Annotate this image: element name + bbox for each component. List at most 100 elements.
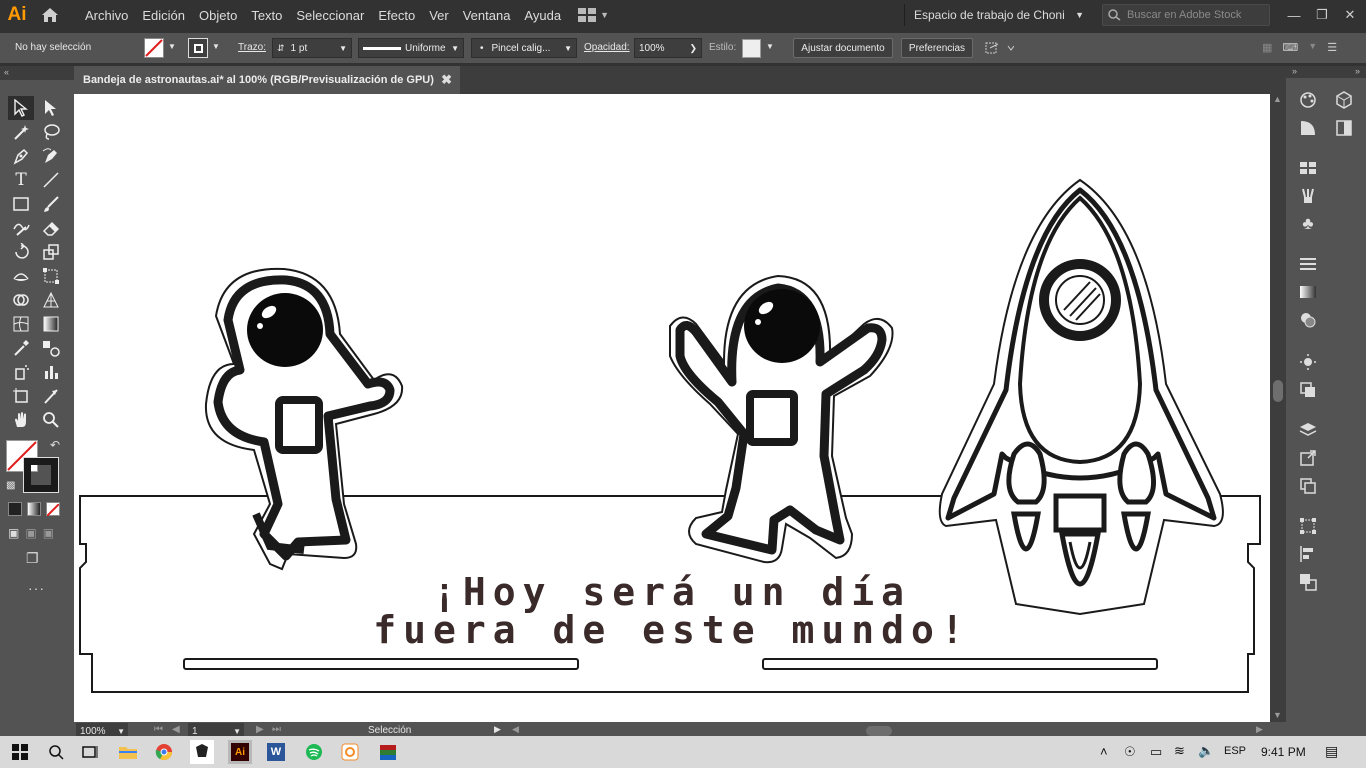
- arrange-documents-button[interactable]: ▼: [578, 8, 609, 22]
- stroke-weight-field[interactable]: ⇵ 1 pt ▼: [272, 38, 352, 58]
- selection-tool-icon[interactable]: [8, 96, 34, 120]
- first-artboard-icon[interactable]: ⏮: [154, 724, 163, 735]
- blend-tool-icon[interactable]: [38, 336, 64, 360]
- menu-texto[interactable]: Texto: [244, 8, 289, 23]
- distribute-icon[interactable]: ⌨: [1282, 41, 1298, 54]
- hand-tool-icon[interactable]: [8, 408, 34, 432]
- appearance-icon[interactable]: [1290, 350, 1326, 374]
- brush-dropdown[interactable]: • Pincel calig... ▼: [471, 38, 577, 58]
- color-palette-icon[interactable]: [1290, 88, 1326, 112]
- next-artboard-icon[interactable]: ▶: [256, 724, 264, 735]
- preferences-button[interactable]: Preferencias: [901, 38, 973, 58]
- artboard-canvas[interactable]: ¡Hoy será un día fuera de este mundo!: [74, 94, 1270, 722]
- direct-selection-tool-icon[interactable]: [38, 96, 64, 120]
- chevron-down-icon[interactable]: ▼: [168, 42, 176, 51]
- align-icon[interactable]: ▦: [1262, 41, 1272, 54]
- column-graph-icon[interactable]: [38, 360, 64, 384]
- gradient-panel-icon[interactable]: [1290, 280, 1326, 304]
- curvature-tool-icon[interactable]: [38, 144, 64, 168]
- word-icon[interactable]: W: [264, 740, 288, 764]
- brushes-icon[interactable]: [1290, 184, 1326, 208]
- swap-icon[interactable]: ↶: [50, 438, 60, 452]
- spotify-icon[interactable]: [302, 740, 326, 764]
- menu-seleccionar[interactable]: Seleccionar: [289, 8, 371, 23]
- maximize-icon[interactable]: ❐: [1308, 7, 1336, 23]
- close-icon[interactable]: ✕: [1336, 7, 1364, 23]
- stroke-profile-dropdown[interactable]: Uniforme ▼: [358, 38, 464, 58]
- app-orange-icon[interactable]: [338, 740, 362, 764]
- none-mode-icon[interactable]: [46, 502, 60, 517]
- align-panel-icon[interactable]: [1290, 542, 1326, 566]
- horizontal-scroll-thumb[interactable]: [866, 726, 892, 736]
- vertical-scrollbar[interactable]: ▲ ▼: [1270, 94, 1286, 722]
- shaper-tool-icon[interactable]: [8, 216, 34, 240]
- minimize-icon[interactable]: —: [1280, 8, 1308, 23]
- pathfinder-icon[interactable]: [1290, 570, 1326, 594]
- scroll-down-icon[interactable]: ▼: [1273, 710, 1282, 720]
- chrome-icon[interactable]: [152, 740, 176, 764]
- windows-start-icon[interactable]: [8, 740, 32, 764]
- task-view-icon[interactable]: [78, 740, 102, 764]
- menu-ventana[interactable]: Ventana: [456, 8, 518, 23]
- menu-ver[interactable]: Ver: [422, 8, 456, 23]
- search-icon[interactable]: [44, 740, 68, 764]
- menu-archivo[interactable]: Archivo: [78, 8, 135, 23]
- width-tool-icon[interactable]: [8, 264, 34, 288]
- network-icon[interactable]: ☉: [1124, 744, 1136, 760]
- perspective-grid-icon[interactable]: [38, 288, 64, 312]
- scroll-right-icon[interactable]: ▶: [1256, 724, 1263, 735]
- home-icon[interactable]: [34, 0, 66, 30]
- scale-tool-icon[interactable]: [38, 240, 64, 264]
- workspace-switcher[interactable]: Espacio de trabajo de Choni ▼: [904, 4, 1090, 26]
- fill-swatch[interactable]: [144, 38, 164, 58]
- transparency-icon[interactable]: [1290, 308, 1326, 332]
- eraser-icon[interactable]: [38, 216, 64, 240]
- close-tab-icon[interactable]: ✖: [441, 72, 452, 88]
- gradient-tool-icon[interactable]: [38, 312, 64, 336]
- export-icon[interactable]: [1290, 446, 1326, 470]
- graphic-styles-icon[interactable]: [1290, 378, 1326, 402]
- gradient-mode-icon[interactable]: [27, 502, 41, 516]
- illustrator-taskbar-icon[interactable]: Ai: [228, 740, 252, 764]
- libraries-icon[interactable]: [1326, 88, 1362, 112]
- transform-icon[interactable]: [984, 40, 1015, 59]
- winrar-icon[interactable]: [376, 740, 400, 764]
- pen-tool-icon[interactable]: [8, 144, 34, 168]
- clock[interactable]: 9:41 PM: [1261, 745, 1306, 759]
- screen-mode-icon[interactable]: ❐: [26, 550, 39, 567]
- chevron-down-icon[interactable]: ▼: [1308, 41, 1317, 54]
- color-guide-icon[interactable]: [1290, 116, 1326, 140]
- transform-panel-icon[interactable]: [1290, 514, 1326, 538]
- free-transform-icon[interactable]: [38, 264, 64, 288]
- shape-builder-icon[interactable]: [8, 288, 34, 312]
- more-tools-icon[interactable]: ···: [28, 580, 45, 596]
- battery-icon[interactable]: ▭: [1150, 744, 1162, 760]
- rotate-tool-icon[interactable]: [8, 240, 34, 264]
- search-input[interactable]: Buscar en Adobe Stock: [1127, 9, 1241, 21]
- rectangle-tool-icon[interactable]: [8, 192, 34, 216]
- scroll-thumb[interactable]: [1273, 380, 1283, 402]
- status-menu-icon[interactable]: ▶: [494, 724, 501, 735]
- symbols-icon[interactable]: ♣: [1290, 212, 1326, 236]
- slice-tool-icon[interactable]: [38, 384, 64, 408]
- layers-icon[interactable]: [1290, 418, 1326, 442]
- wifi-icon[interactable]: ≋: [1174, 743, 1185, 759]
- symbol-sprayer-icon[interactable]: [8, 360, 34, 384]
- draw-normal-icon[interactable]: ▣: [8, 526, 19, 540]
- fill-stroke-indicator[interactable]: [6, 440, 59, 493]
- opacity-field[interactable]: 100% ❯: [634, 38, 702, 58]
- volume-icon[interactable]: 🔈: [1198, 743, 1214, 759]
- menu-edicion[interactable]: Edición: [135, 8, 192, 23]
- properties-icon[interactable]: [1326, 116, 1362, 140]
- artboards-icon[interactable]: [1290, 474, 1326, 498]
- magic-wand-icon[interactable]: [8, 120, 34, 144]
- previous-artboard-icon[interactable]: ◀: [172, 724, 180, 735]
- lasso-icon[interactable]: [38, 120, 64, 144]
- collapse-icon[interactable]: «: [0, 66, 74, 80]
- notifications-icon[interactable]: ▤: [1325, 743, 1338, 760]
- eyedropper-icon[interactable]: [8, 336, 34, 360]
- scroll-left-icon[interactable]: ◀: [512, 724, 519, 735]
- menu-efecto[interactable]: Efecto: [371, 8, 422, 23]
- draw-behind-icon[interactable]: ▣: [25, 526, 36, 540]
- chevron-down-icon[interactable]: ▼: [766, 42, 774, 51]
